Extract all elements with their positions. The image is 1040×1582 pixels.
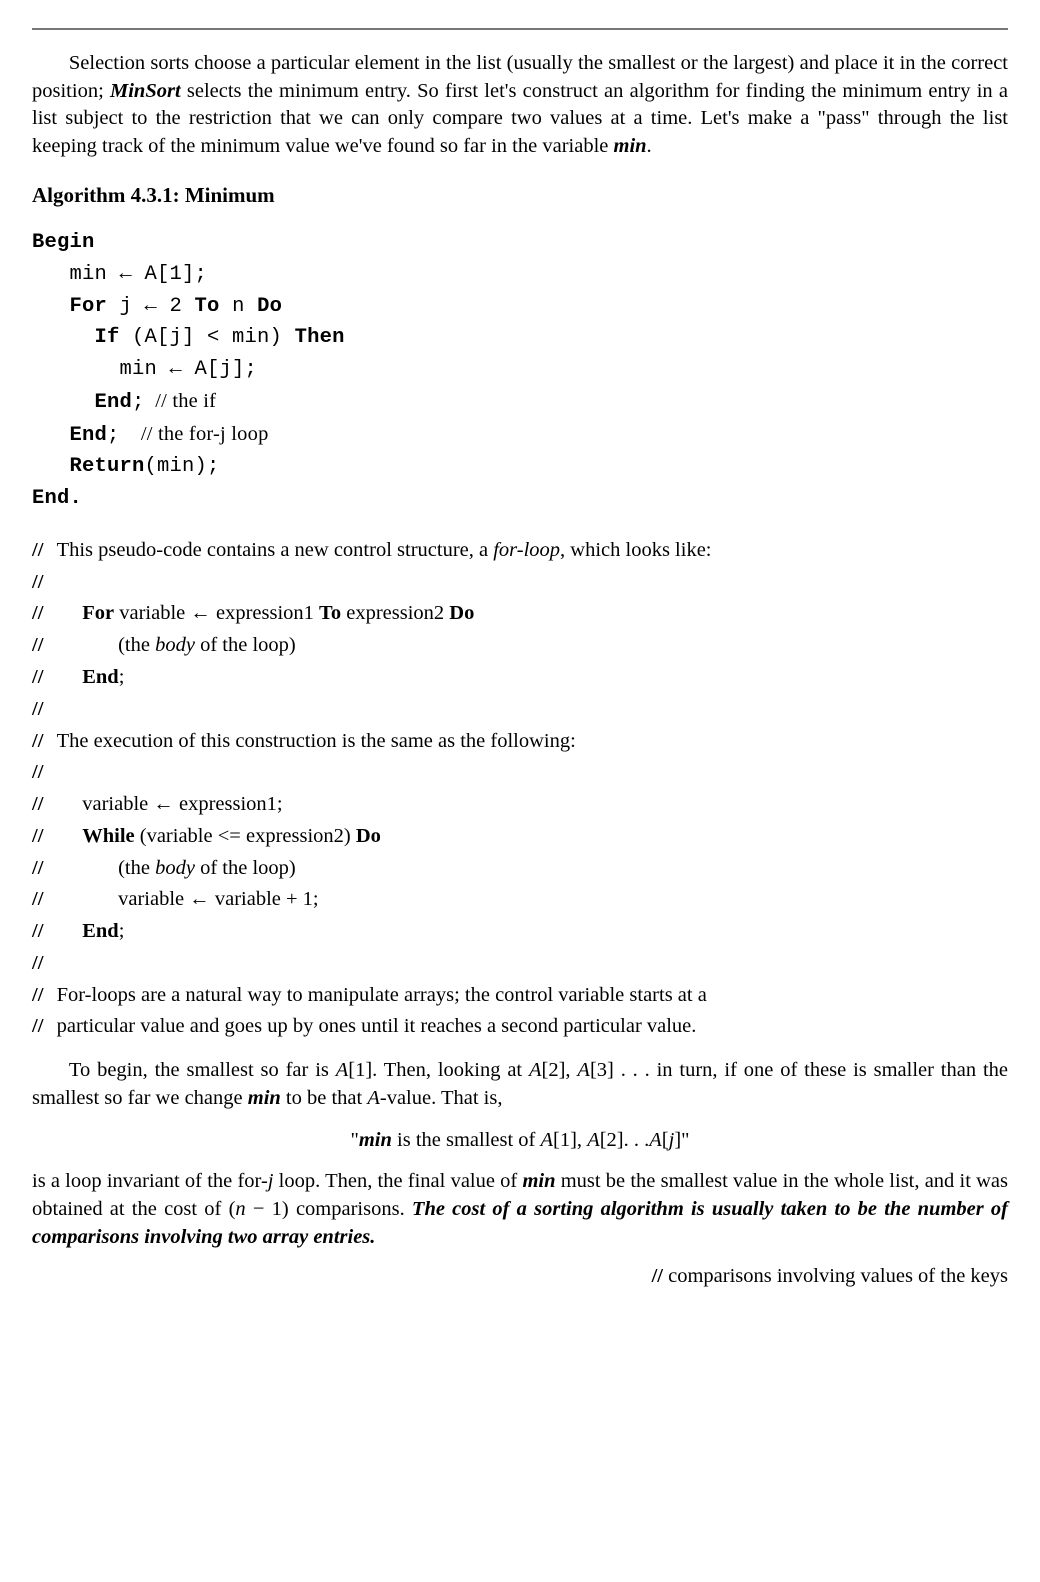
- para-3: is a loop invariant of the for-j loop. T…: [32, 1168, 1008, 1251]
- c-end-line-2: End;: [57, 916, 1008, 948]
- slash-1: //: [32, 535, 57, 567]
- pseudocode-block: Begin min ← A[1]; For j ← 2 To n Do If (…: [32, 227, 1008, 515]
- slash-12: //: [32, 884, 57, 916]
- algorithm-title: Algorithm 4.3.1: Minimum: [32, 181, 1008, 209]
- line-min-aj: min ← A[j];: [32, 358, 257, 381]
- slash-9: //: [32, 789, 57, 821]
- comment-block: // This pseudo-code contains a new contr…: [32, 535, 1008, 1043]
- c-end-line-1: End;: [57, 662, 1008, 694]
- c-var-inc: variable ← variable + 1;: [57, 884, 1008, 916]
- slash-15: //: [32, 980, 57, 1012]
- c-intro: This pseudo-code contains a new control …: [57, 535, 1008, 567]
- kw-return: Return: [70, 455, 145, 478]
- c-var-e1: variable ← expression1;: [57, 789, 1008, 821]
- kw-to: To: [195, 295, 220, 318]
- kw-end-for: End: [70, 424, 108, 447]
- slash-4: //: [32, 630, 57, 662]
- para-2: To begin, the smallest so far is A[1]. T…: [32, 1057, 1008, 1112]
- comment-the-if: // the if: [145, 390, 217, 412]
- minsort-word: MinSort: [110, 80, 181, 102]
- slash-10: //: [32, 821, 57, 853]
- semi-1: ;: [132, 391, 145, 414]
- c-body-line-1: (the body of the loop): [57, 630, 1008, 662]
- c-tail-2: particular value and goes up by ones unt…: [57, 1011, 1008, 1043]
- kw-if: If: [95, 326, 120, 349]
- c-exec: The execution of this construction is th…: [57, 726, 1008, 758]
- c-body-line-2: (the body of the loop): [57, 853, 1008, 885]
- centered-invariant: "min is the smallest of A[1], A[2]. . .A…: [32, 1127, 1008, 1155]
- slash-3: //: [32, 598, 57, 630]
- kw-for: For: [70, 295, 108, 318]
- slash-16: //: [32, 1011, 57, 1043]
- c-tail-1: For-loops are a natural way to manipulat…: [57, 980, 1008, 1012]
- slash-6: //: [32, 694, 57, 726]
- kw-then: Then: [295, 326, 345, 349]
- slash-5: //: [32, 662, 57, 694]
- intro-paragraph: Selection sorts choose a particular elem…: [32, 50, 1008, 161]
- return-arg: (min);: [145, 455, 220, 478]
- slash-13: //: [32, 916, 57, 948]
- c-for-line: For variable ← expression1 To expression…: [57, 598, 1008, 630]
- slash-14: //: [32, 948, 57, 980]
- intro-period: .: [647, 135, 652, 157]
- right-comment: // // comparisons involving values of th…: [32, 1263, 1008, 1291]
- slash-8: //: [32, 757, 57, 789]
- kw-end-if: End: [95, 391, 133, 414]
- c-while-line: While (variable <= expression2) Do: [57, 821, 1008, 853]
- min-word-1: min: [614, 135, 647, 157]
- right-comment-text: comparisons involving values of the keys: [668, 1265, 1008, 1287]
- kw-begin: Begin: [32, 231, 95, 254]
- semi-2: ;: [107, 424, 120, 447]
- line-min-a1: min ← A[1];: [32, 263, 207, 286]
- comment-for-j: // the for-j loop: [120, 423, 269, 445]
- slash-2: //: [32, 567, 57, 599]
- for-n: n: [220, 295, 258, 318]
- slash-11: //: [32, 853, 57, 885]
- top-rule: [32, 28, 1008, 30]
- for-mid: j ← 2: [107, 295, 195, 318]
- slash-7: //: [32, 726, 57, 758]
- kw-end-final: End.: [32, 487, 82, 510]
- kw-do: Do: [257, 295, 282, 318]
- if-cond: (A[j] < min): [120, 326, 295, 349]
